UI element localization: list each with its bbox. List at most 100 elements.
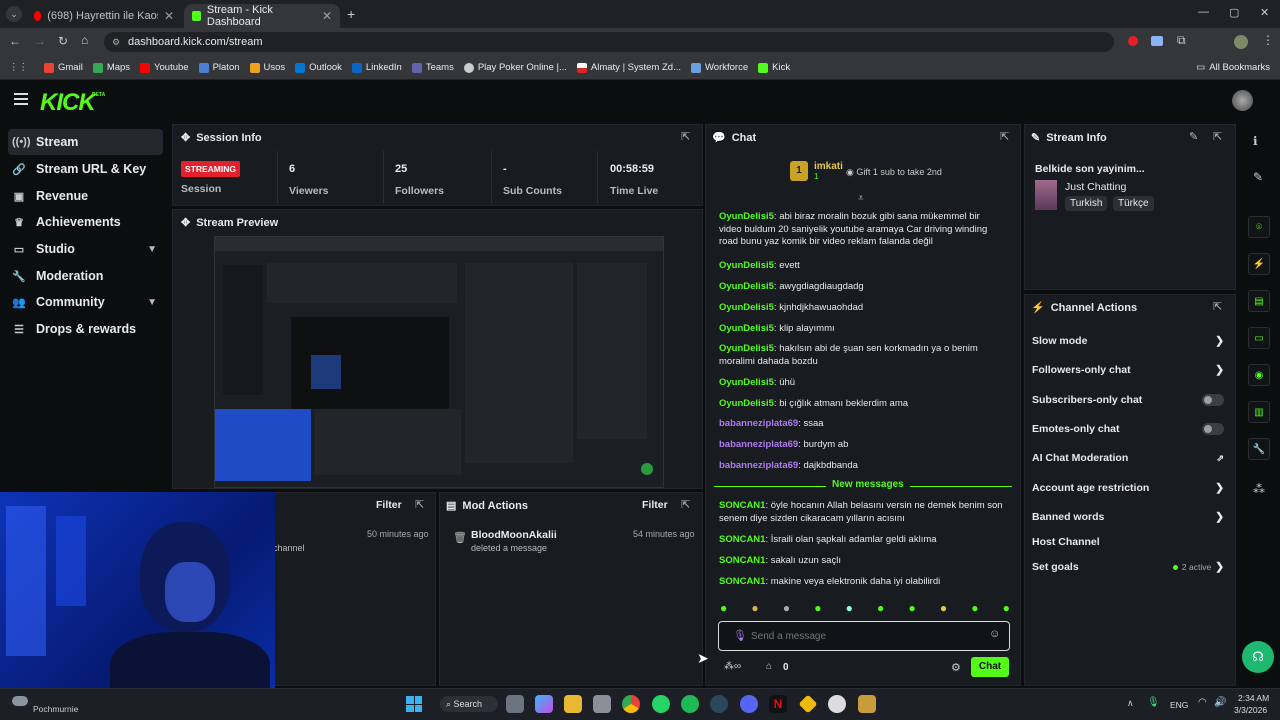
camera-icon[interactable]: ⌾: [1248, 216, 1270, 238]
sidebar-item-moderation[interactable]: 🔧 Moderation: [8, 263, 163, 289]
language-indicator[interactable]: ENG: [1170, 700, 1188, 710]
league-icon[interactable]: [858, 695, 876, 713]
action-slow-mode[interactable]: Slow mode ❯: [1032, 335, 1224, 347]
obs-icon[interactable]: [828, 695, 846, 713]
popout-icon[interactable]: ⇱: [1213, 300, 1222, 313]
emoji-picker-icon[interactable]: ☺: [989, 628, 1000, 640]
chat-settings-icon[interactable]: ⚙: [951, 661, 961, 674]
bookmark-outlook[interactable]: Outlook: [295, 62, 342, 73]
extension-icon[interactable]: [1128, 36, 1138, 46]
filter-button[interactable]: Filter: [376, 499, 402, 511]
file-explorer-icon[interactable]: [564, 695, 582, 713]
chat-username[interactable]: OyunDelisi5: [719, 398, 774, 409]
new-tab-icon[interactable]: +: [347, 6, 355, 22]
hamburger-icon[interactable]: [14, 93, 28, 105]
chat-username[interactable]: OyunDelisi5: [719, 323, 774, 334]
puzzle-icon[interactable]: ⧉: [1177, 33, 1186, 48]
popout-icon[interactable]: ⇱: [681, 130, 690, 143]
sidebar-item-community[interactable]: 👥 Community ▼: [8, 289, 163, 315]
edit-icon[interactable]: ✎: [1253, 170, 1263, 184]
share-icon[interactable]: ⁂: [1253, 482, 1265, 496]
discord-icon[interactable]: [740, 695, 758, 713]
chat-username[interactable]: SONCAN1: [719, 500, 765, 511]
close-tab-icon[interactable]: ✕: [164, 9, 174, 23]
sidebar-item-achievements[interactable]: ♛ Achievements: [8, 209, 163, 235]
url-input[interactable]: ⚙ dashboard.kick.com/stream: [104, 32, 1114, 52]
tray-chevron-icon[interactable]: ∧: [1127, 698, 1134, 709]
site-info-icon[interactable]: ⚙: [112, 32, 120, 52]
user-avatar[interactable]: [1232, 90, 1253, 111]
bookmark-youtube[interactable]: Youtube: [140, 62, 189, 73]
action-ai-moderation[interactable]: AI Chat Moderation ⇗: [1032, 452, 1224, 464]
tab-kick-dashboard[interactable]: Stream - Kick Dashboard ✕: [184, 4, 340, 28]
bookmark-linkedin[interactable]: LinkedIn: [351, 62, 402, 73]
emote-icon[interactable]: ●: [940, 601, 947, 615]
chat-input[interactable]: 🎙 ☺: [718, 621, 1010, 651]
sidebar-item-revenue[interactable]: ▣ Revenue: [8, 183, 163, 209]
points-icon[interactable]: ⁂∞: [724, 661, 741, 672]
spotify-icon[interactable]: [681, 695, 699, 713]
filter-button[interactable]: Filter: [642, 499, 668, 511]
sidebar-item-drops-rewards[interactable]: ☰ Drops & rewards: [8, 316, 163, 342]
start-icon[interactable]: [406, 696, 422, 712]
emotes-only-toggle[interactable]: [1202, 423, 1224, 435]
chat-bubble-icon[interactable]: ▭: [1248, 327, 1270, 349]
tab-list-icon[interactable]: ⌄: [6, 6, 22, 22]
wifi-icon[interactable]: ◠: [1198, 697, 1207, 708]
category-name[interactable]: Just Chatting: [1065, 181, 1126, 193]
sidebar-item-studio[interactable]: ▭ Studio ▼: [8, 236, 163, 262]
forward-icon[interactable]: →: [34, 34, 46, 48]
bookmark-almaty[interactable]: Almaty | System Zd...: [576, 62, 681, 73]
chat-username[interactable]: OyunDelisi5: [719, 211, 774, 222]
gift-sub-text[interactable]: ◉ Gift 1 sub to take 2nd: [846, 167, 942, 178]
back-icon[interactable]: ←: [9, 34, 21, 48]
new-messages-divider[interactable]: New messages: [714, 479, 1012, 493]
bookmark-kick[interactable]: Kick: [758, 62, 790, 73]
popout-icon[interactable]: ⇱: [1213, 130, 1222, 143]
chat-username[interactable]: babanneziplata69: [719, 418, 798, 429]
bookmark-gmail[interactable]: Gmail: [44, 62, 83, 73]
chat-message-field[interactable]: [751, 628, 981, 644]
all-bookmarks[interactable]: ▭ All Bookmarks: [1196, 62, 1270, 73]
close-window-icon[interactable]: ✕: [1260, 6, 1269, 19]
stream-preview-video[interactable]: [214, 236, 664, 488]
action-emotes-only[interactable]: Emotes-only chat: [1032, 423, 1224, 435]
chat-username[interactable]: babanneziplata69: [719, 460, 798, 471]
clock-time[interactable]: 2:34 AM: [1238, 693, 1269, 703]
chat-username[interactable]: OyunDelisi5: [719, 281, 774, 292]
chat-username[interactable]: OyunDelisi5: [719, 377, 774, 388]
minimize-icon[interactable]: —: [1198, 6, 1209, 18]
reload-icon[interactable]: ↻: [58, 34, 68, 48]
bookmark-platon[interactable]: Platon: [198, 62, 240, 73]
sidebar-item-stream-url-key[interactable]: 🔗 Stream URL & Key: [8, 156, 163, 182]
chrome-icon[interactable]: [622, 695, 640, 713]
steam-icon[interactable]: [710, 695, 728, 713]
popout-icon[interactable]: ⇱: [681, 498, 690, 511]
tag-turkce[interactable]: Türkçe: [1113, 196, 1154, 211]
tag-turkish[interactable]: Turkish: [1065, 196, 1108, 211]
translate-icon[interactable]: [1151, 36, 1163, 46]
emote-icon[interactable]: ●: [877, 601, 884, 615]
task-view-icon[interactable]: [506, 695, 524, 713]
apps-icon[interactable]: ⋮⋮: [9, 62, 28, 73]
popout-icon[interactable]: ⇱: [415, 498, 424, 511]
store-app-icon[interactable]: [593, 695, 611, 713]
tab-youtube[interactable]: (698) Hayrettin ile Kaos Show - ✕: [26, 4, 182, 28]
chat-username[interactable]: SONCAN1: [719, 555, 765, 566]
close-tab-icon[interactable]: ✕: [322, 9, 332, 23]
sidebar-item-stream[interactable]: ((•)) Stream: [8, 129, 163, 155]
action-followers-only[interactable]: Followers-only chat ❯: [1032, 364, 1224, 376]
chat-username[interactable]: SONCAN1: [719, 576, 765, 587]
emote-icon[interactable]: ●: [814, 601, 821, 615]
bookmark-poker[interactable]: Play Poker Online |...: [463, 62, 567, 73]
mod-action-user[interactable]: BloodMoonAkalii: [471, 529, 557, 541]
document-icon[interactable]: ▤: [1248, 290, 1270, 312]
bookmark-teams[interactable]: Teams: [411, 62, 454, 73]
emote-icon[interactable]: ●: [846, 601, 853, 615]
chat-username[interactable]: OyunDelisi5: [719, 343, 774, 354]
menu-icon[interactable]: ⋮: [1262, 33, 1274, 47]
store-icon[interactable]: ⌂: [766, 661, 772, 672]
bookmark-workforce[interactable]: Workforce: [691, 62, 748, 73]
chat-username[interactable]: OyunDelisi5: [719, 302, 774, 313]
chat-username[interactable]: OyunDelisi5: [719, 260, 774, 271]
